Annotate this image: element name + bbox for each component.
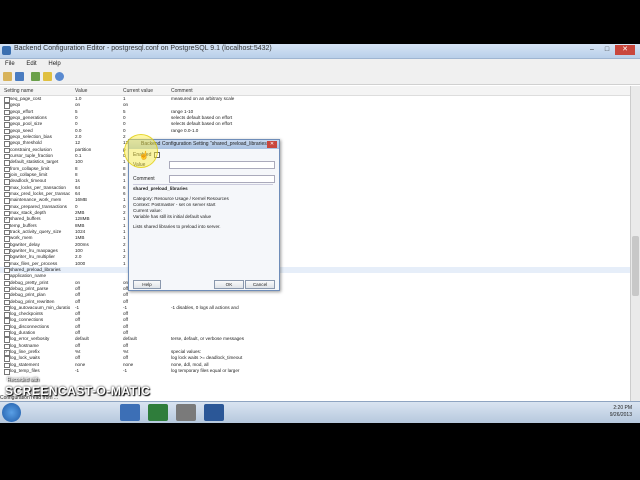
taskbar-app-ie-icon[interactable] — [120, 404, 140, 421]
menu-bar: File Edit Help — [0, 59, 640, 70]
info-context: Context: Postmaster - set on server star… — [133, 202, 216, 207]
taskbar-app-screen-icon[interactable] — [176, 404, 196, 421]
value-field[interactable] — [169, 161, 275, 169]
setting-name-cell: log_temp_files — [10, 368, 40, 374]
current-value-cell: -1 — [123, 368, 128, 374]
info-default: Variable has still its initial default v… — [133, 214, 212, 219]
open-icon[interactable] — [3, 72, 12, 81]
comment-cell: log temporary files equal or larger — [171, 368, 240, 374]
settings-list: seq_page_cost 1.0 1 measured on an arbitrar… — [0, 96, 630, 422]
clock-date: 9/26/2013 — [609, 412, 632, 418]
info-current: Current value: — [133, 208, 162, 213]
help-button[interactable]: Help — [133, 280, 161, 289]
ok-button[interactable]: OK — [214, 280, 244, 289]
watermark-main: SCREENCAST-O-MATIC — [5, 384, 151, 398]
setting-name: shared_preload_libraries — [133, 186, 188, 191]
col-value[interactable]: Value — [75, 88, 87, 94]
divider — [133, 184, 273, 185]
comment-field[interactable] — [169, 175, 275, 183]
app-window: Backend Configuration Editor - postgresq… — [0, 44, 640, 422]
toolbar — [0, 70, 640, 85]
col-current-value[interactable]: Current value — [123, 88, 153, 94]
col-setting-name[interactable]: Setting name — [4, 88, 33, 94]
help-icon[interactable] — [55, 72, 64, 81]
watermark-sub: Recorded with — [7, 377, 39, 383]
screencast-watermark: Recorded with SCREENCAST-O-MATIC — [5, 377, 151, 398]
info-category: Category: Resource Usage / Kernel Resour… — [133, 196, 229, 201]
app-icon — [2, 46, 11, 55]
table-row[interactable]: log_temp_files -1 -1 log temporary files eq… — [0, 368, 630, 375]
mouse-cursor-icon: ☝ — [139, 151, 149, 160]
vertical-scrollbar[interactable] — [630, 86, 640, 422]
col-comment[interactable]: Comment — [171, 88, 193, 94]
comment-label: Comment — [133, 176, 155, 182]
taskbar-app-pgadmin-icon[interactable] — [204, 404, 224, 421]
bulb-icon[interactable] — [43, 72, 52, 81]
setting-description: Lists shared libraries to preload into s… — [133, 224, 221, 229]
dialog-close-button[interactable]: ✕ — [267, 141, 277, 148]
taskbar: 2:20 PM 9/26/2013 — [0, 401, 640, 423]
title-bar: Backend Configuration Editor - postgresq… — [0, 44, 640, 59]
system-clock[interactable]: 2:20 PM 9/26/2013 — [610, 405, 632, 419]
value-cell: -1 — [75, 368, 80, 374]
menu-help[interactable]: Help — [43, 59, 65, 70]
start-button-icon[interactable] — [2, 403, 21, 422]
scrollbar-thumb[interactable] — [632, 236, 639, 296]
clock-time: 2:20 PM — [613, 405, 632, 411]
menu-file[interactable]: File — [0, 59, 20, 70]
save-icon[interactable] — [15, 72, 24, 81]
taskbar-app-excel-icon[interactable] — [148, 404, 168, 421]
minimize-button[interactable]: – — [585, 45, 599, 55]
close-button[interactable]: ✕ — [615, 45, 635, 55]
hint-icon[interactable] — [31, 72, 40, 81]
cancel-button[interactable]: Cancel — [245, 280, 275, 289]
row-checkbox[interactable] — [4, 369, 10, 375]
grid-header: Setting name Value Current value Comment — [0, 86, 630, 96]
menu-edit[interactable]: Edit — [21, 59, 41, 70]
window-title: Backend Configuration Editor - postgresq… — [14, 45, 272, 52]
maximize-button[interactable]: □ — [600, 45, 614, 55]
